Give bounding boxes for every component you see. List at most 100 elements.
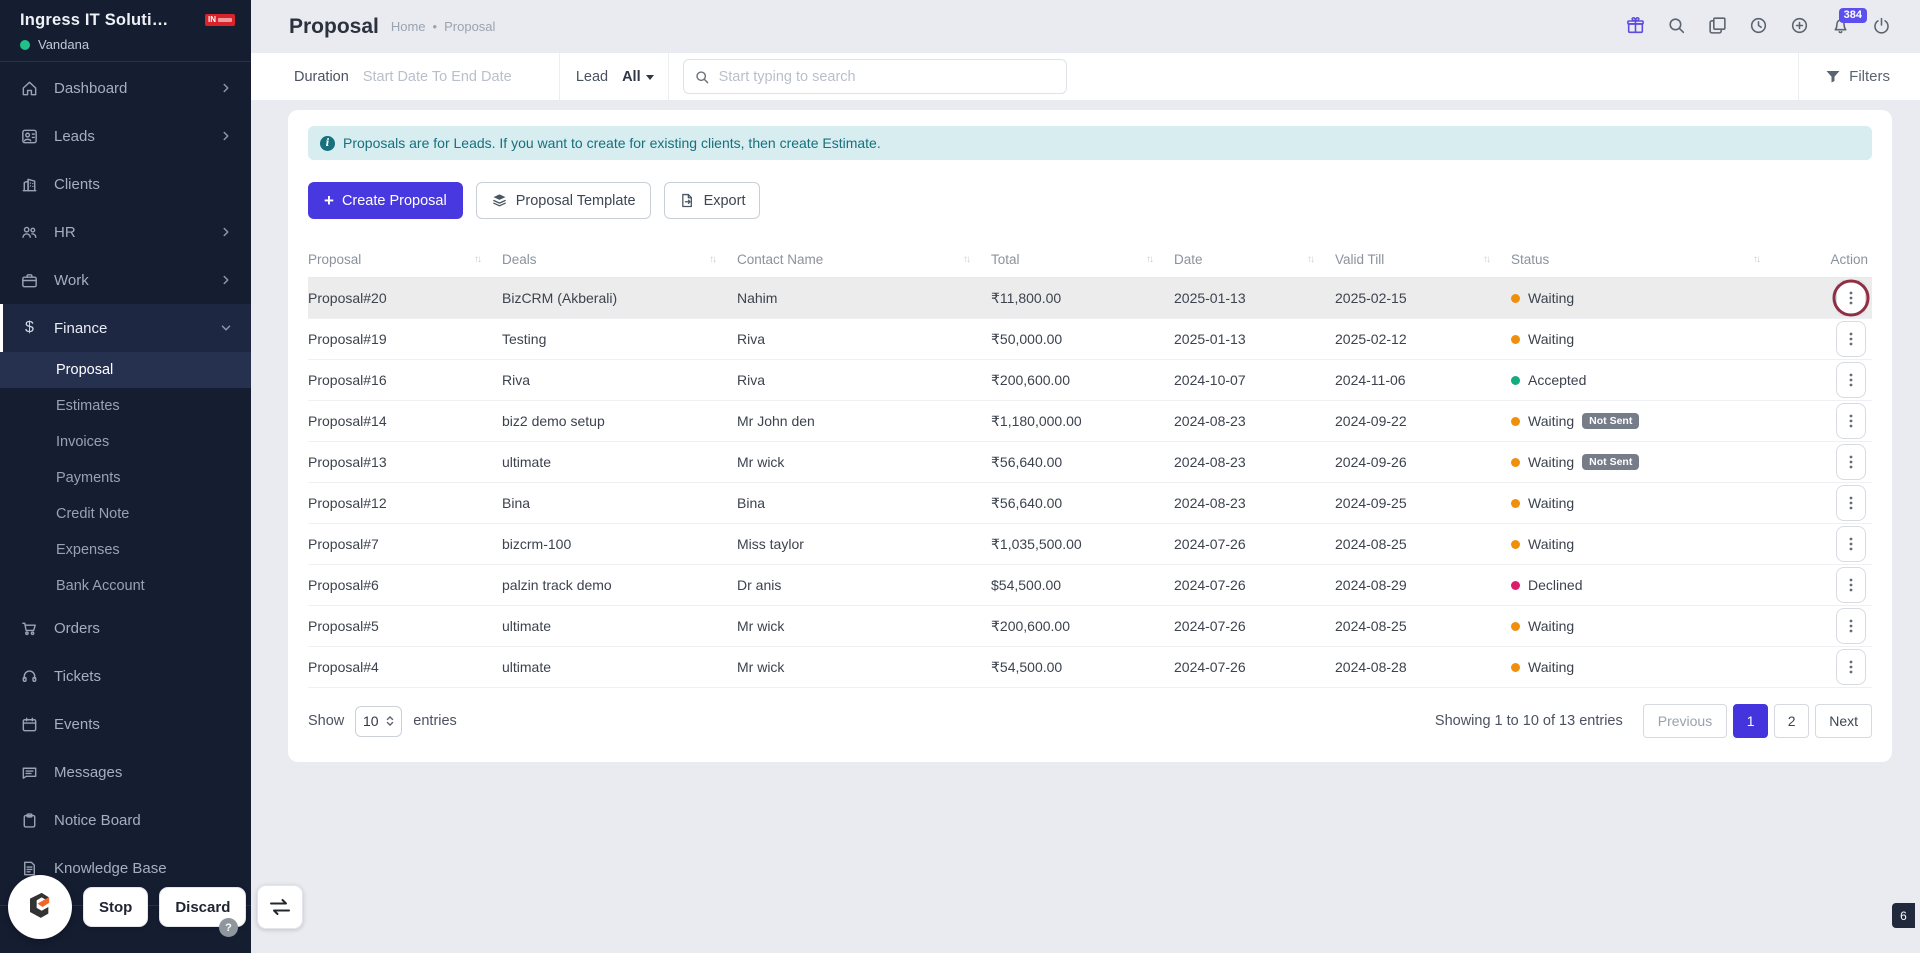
create-proposal-button[interactable]: + Create Proposal bbox=[308, 182, 463, 219]
page-1-button[interactable]: 1 bbox=[1733, 704, 1769, 738]
row-actions-button[interactable] bbox=[1836, 485, 1866, 521]
duration-input[interactable] bbox=[362, 68, 559, 85]
cell-date: 2024-10-07 bbox=[1174, 359, 1335, 401]
page-2-button[interactable]: 2 bbox=[1774, 704, 1810, 738]
briefcase-icon bbox=[22, 273, 37, 287]
export-button[interactable]: Export bbox=[663, 182, 761, 219]
table-row[interactable]: Proposal#5 ultimate Mr wick ₹200,600.00 … bbox=[308, 605, 1872, 647]
col-valid-till[interactable]: Valid Till ↑↓ bbox=[1335, 243, 1511, 278]
pages-icon[interactable] bbox=[1705, 15, 1729, 39]
kebab-icon bbox=[1849, 332, 1853, 346]
cell-valid-till: 2025-02-12 bbox=[1335, 318, 1511, 360]
sidebar-subitem-credit-note[interactable]: Credit Note bbox=[0, 496, 251, 532]
row-actions-button[interactable] bbox=[1836, 608, 1866, 644]
col-proposal[interactable]: Proposal ↑↓ bbox=[308, 243, 502, 278]
col-contact-name[interactable]: Contact Name ↑↓ bbox=[737, 243, 991, 278]
table-row[interactable]: Proposal#12 Bina Bina ₹56,640.00 2024-08… bbox=[308, 482, 1872, 524]
row-actions-button[interactable] bbox=[1836, 567, 1866, 603]
sort-icon[interactable]: ↑↓ bbox=[963, 254, 971, 265]
row-actions-button[interactable] bbox=[1836, 321, 1866, 357]
cell-deal: biz2 demo setup bbox=[502, 400, 737, 442]
row-actions-button[interactable] bbox=[1836, 444, 1866, 480]
power-icon[interactable] bbox=[1869, 15, 1893, 39]
main-content: Proposal Home • Proposal 384 Duration Le… bbox=[251, 0, 1920, 953]
col-date[interactable]: Date ↑↓ bbox=[1174, 243, 1335, 278]
row-actions-button[interactable] bbox=[1836, 362, 1866, 398]
page-number-badge: 6 bbox=[1892, 903, 1915, 928]
kebab-icon bbox=[1849, 455, 1853, 469]
sidebar-item-messages[interactable]: Messages bbox=[0, 748, 251, 796]
row-actions-button[interactable] bbox=[1836, 526, 1866, 562]
breadcrumb-home[interactable]: Home bbox=[391, 19, 426, 34]
cell-date: 2025-01-13 bbox=[1174, 277, 1335, 319]
next-page-button[interactable]: Next bbox=[1815, 704, 1872, 738]
sort-icon[interactable]: ↑↓ bbox=[1753, 254, 1761, 265]
sidebar-item-hr[interactable]: HR bbox=[0, 208, 251, 256]
sidebar-item-notice-board[interactable]: Notice Board bbox=[0, 796, 251, 844]
sidebar-item-tickets[interactable]: Tickets bbox=[0, 652, 251, 700]
sidebar-item-orders[interactable]: Orders bbox=[0, 604, 251, 652]
sidebar-subitem-estimates[interactable]: Estimates bbox=[0, 388, 251, 424]
sort-icon[interactable]: ↑↓ bbox=[1483, 254, 1491, 265]
status-label: Accepted bbox=[1528, 372, 1587, 388]
row-actions-button[interactable] bbox=[1836, 280, 1866, 316]
sidebar-subitem-bank-account[interactable]: Bank Account bbox=[0, 568, 251, 604]
table-search-input[interactable] bbox=[718, 68, 1056, 85]
table-row[interactable]: Proposal#19 Testing Riva ₹50,000.00 2025… bbox=[308, 318, 1872, 360]
table-row[interactable]: Proposal#13 ultimate Mr wick ₹56,640.00 … bbox=[308, 441, 1872, 483]
sidebar-subitem-expenses[interactable]: Expenses bbox=[0, 532, 251, 568]
cell-total: ₹11,800.00 bbox=[991, 277, 1174, 319]
sidebar-item-events[interactable]: Events bbox=[0, 700, 251, 748]
previous-page-button[interactable]: Previous bbox=[1642, 704, 1728, 738]
plus-circle-icon[interactable] bbox=[1787, 15, 1811, 39]
table-row[interactable]: Proposal#6 palzin track demo Dr anis $54… bbox=[308, 564, 1872, 606]
table-row[interactable]: Proposal#16 Riva Riva ₹200,600.00 2024-1… bbox=[308, 359, 1872, 401]
sidebar-item-dashboard[interactable]: Dashboard bbox=[0, 64, 251, 112]
cell-proposal: Proposal#19 bbox=[308, 318, 502, 360]
sidebar-item-leads[interactable]: Leads bbox=[0, 112, 251, 160]
sort-icon[interactable]: ↑↓ bbox=[1307, 254, 1315, 265]
sidebar-subitem-payments[interactable]: Payments bbox=[0, 460, 251, 496]
proposal-template-button[interactable]: Proposal Template bbox=[475, 182, 651, 219]
gift-icon[interactable] bbox=[1623, 15, 1647, 39]
cell-contact: Nahim bbox=[737, 277, 991, 319]
cell-valid-till: 2024-08-29 bbox=[1335, 564, 1511, 606]
table-row[interactable]: Proposal#20 BizCRM (Akberali) Nahim ₹11,… bbox=[308, 277, 1872, 319]
sort-icon[interactable]: ↑↓ bbox=[709, 254, 717, 265]
sidebar-item-finance[interactable]: $ Finance bbox=[0, 304, 251, 352]
recorder-logo[interactable] bbox=[8, 875, 72, 939]
page-size-select[interactable]: 10 bbox=[355, 705, 403, 737]
row-actions-button[interactable] bbox=[1836, 649, 1866, 685]
sidebar-subitem-proposal[interactable]: Proposal bbox=[0, 352, 251, 388]
search-box[interactable] bbox=[682, 59, 1067, 94]
sidebar-item-clients[interactable]: Clients bbox=[0, 160, 251, 208]
sidebar-item-work[interactable]: Work bbox=[0, 256, 251, 304]
table-row[interactable]: Proposal#4 ultimate Mr wick ₹54,500.00 2… bbox=[308, 646, 1872, 688]
swap-button[interactable] bbox=[257, 885, 304, 929]
col-deals[interactable]: Deals ↑↓ bbox=[502, 243, 737, 278]
dollar-icon: $ bbox=[25, 319, 34, 336]
help-bubble[interactable]: ? bbox=[219, 918, 238, 937]
swap-arrows-icon bbox=[270, 899, 291, 915]
table-row[interactable]: Proposal#7 bizcrm-100 Miss taylor ₹1,035… bbox=[308, 523, 1872, 565]
bell-icon[interactable]: 384 bbox=[1828, 7, 1867, 39]
table-row[interactable]: Proposal#14 biz2 demo setup Mr John den … bbox=[308, 400, 1872, 442]
lead-dropdown[interactable]: All bbox=[622, 69, 654, 85]
status-dot bbox=[1511, 416, 1520, 426]
cell-valid-till: 2024-08-25 bbox=[1335, 605, 1511, 647]
sidebar-subitem-invoices[interactable]: Invoices bbox=[0, 424, 251, 460]
clock-icon[interactable] bbox=[1746, 15, 1770, 39]
cell-total: ₹1,035,500.00 bbox=[991, 523, 1174, 565]
sort-icon[interactable]: ↑↓ bbox=[1146, 254, 1154, 265]
status-dot bbox=[1511, 539, 1520, 549]
status-label: Waiting bbox=[1528, 331, 1575, 347]
sort-icon[interactable]: ↑↓ bbox=[474, 254, 482, 265]
col-total[interactable]: Total ↑↓ bbox=[991, 243, 1174, 278]
filters-button[interactable]: Filters bbox=[1799, 53, 1920, 100]
brand-logo: IN bbox=[205, 14, 235, 26]
status-label: Declined bbox=[1528, 577, 1583, 593]
row-actions-button[interactable] bbox=[1836, 403, 1866, 439]
search-icon[interactable] bbox=[1664, 15, 1688, 39]
stop-button[interactable]: Stop bbox=[83, 887, 149, 927]
col-status[interactable]: Status ↑↓ bbox=[1511, 243, 1781, 278]
